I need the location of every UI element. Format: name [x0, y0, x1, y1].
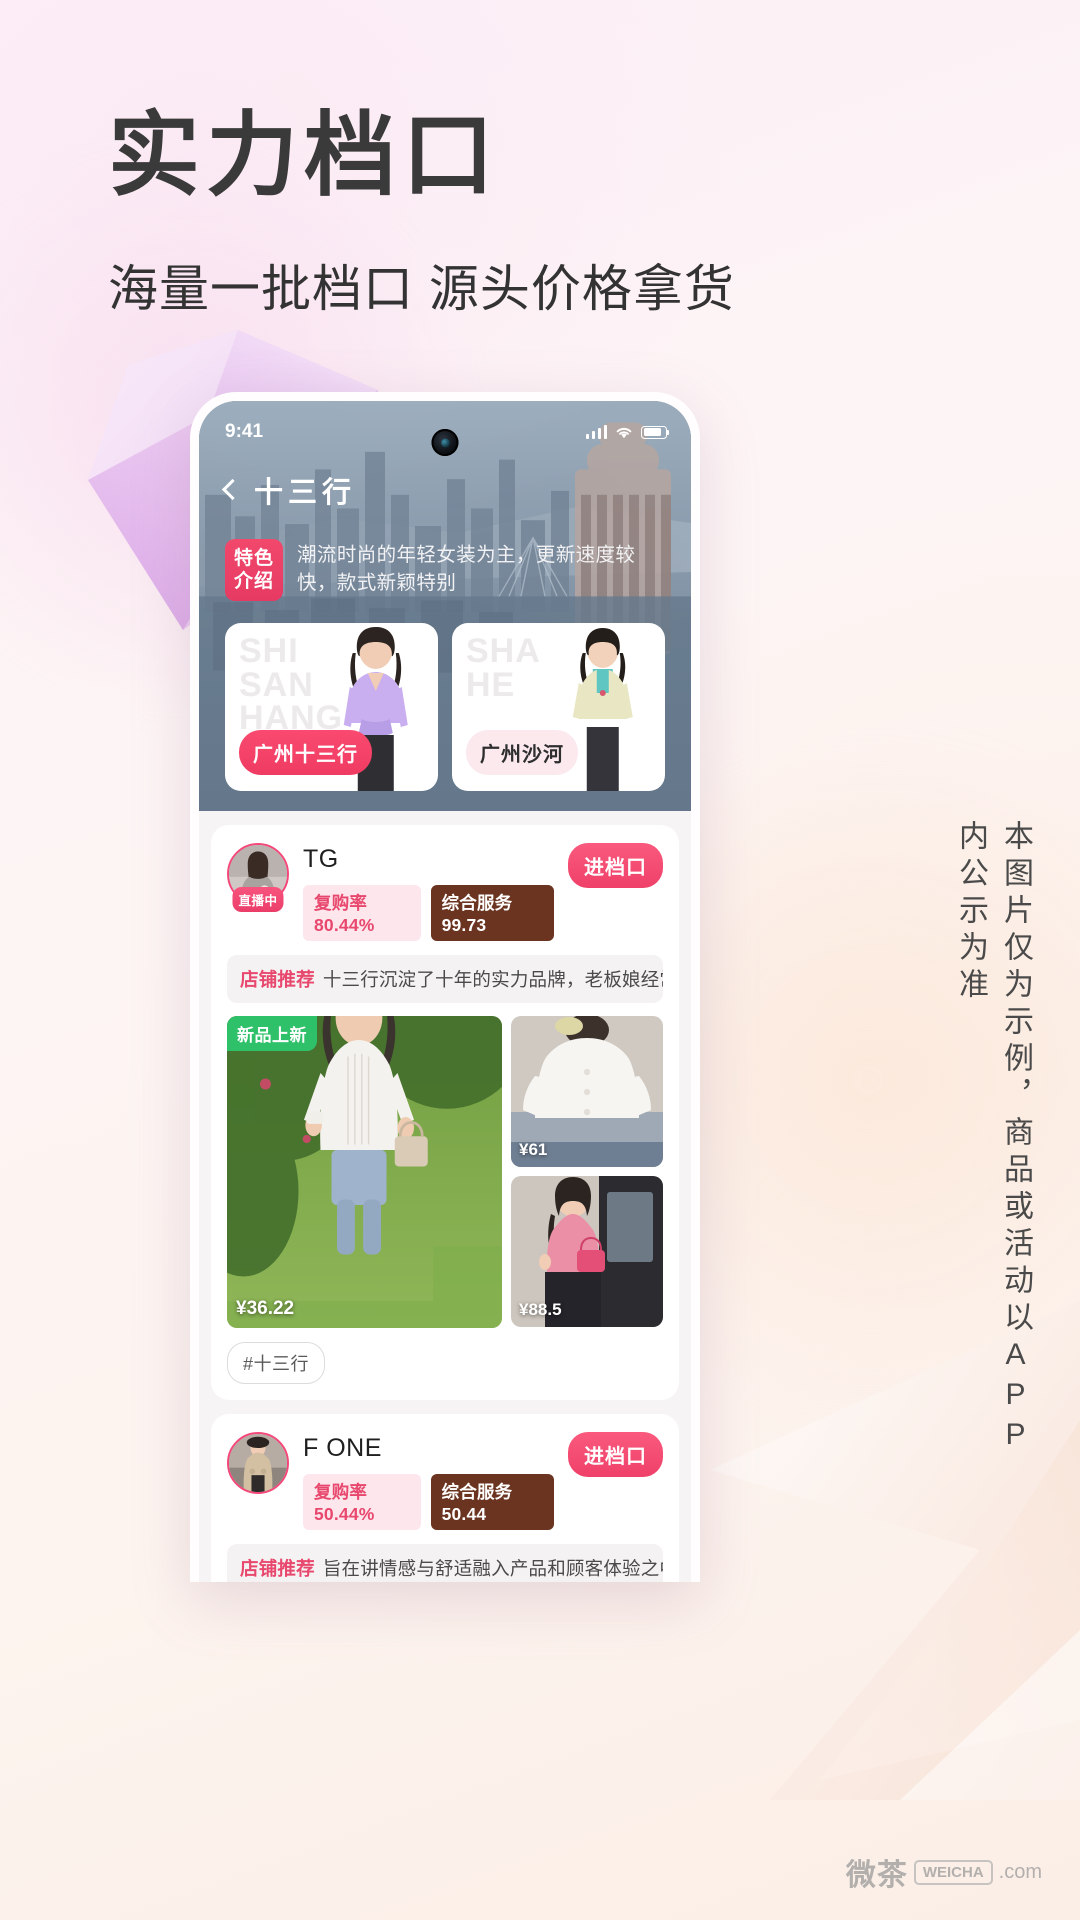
status-icons	[585, 425, 670, 440]
feature-intro-text: 潮流时尚的年轻女装为主，更新速度较快，款式新颖特别	[297, 544, 636, 595]
page-subtitle: 海量一批档口 源头价格拿货	[108, 260, 735, 317]
recommendation-tag: 店铺推荐	[240, 1558, 315, 1580]
feature-intro-badge: 特色 介绍	[225, 539, 284, 602]
market-card[interactable]: SHA HE 广州沙河	[452, 623, 665, 792]
avatar	[227, 1432, 289, 1495]
live-badge: 直播中	[232, 887, 284, 913]
battery-icon	[641, 425, 670, 439]
shop-name: TG	[303, 845, 339, 874]
feature-intro-badge-line2: 介绍	[234, 571, 275, 593]
watermark-domain: .com	[998, 1860, 1042, 1883]
shop-avatar-wrap	[227, 1432, 289, 1495]
market-ghost-line1: SHA	[466, 632, 541, 671]
product-side-image[interactable]: ¥61	[511, 1016, 663, 1168]
market-pill[interactable]: 广州沙河	[466, 730, 578, 776]
repurchase-rate-badge: 复购率80.44%	[303, 885, 421, 942]
product-main-image[interactable]: 新品上新 ¥36.22	[227, 1016, 502, 1329]
feature-intro-row: 特色 介绍 潮流时尚的年轻女装为主，更新速度较快，款式新颖特别	[199, 511, 691, 602]
service-score-badge: 综合服务 50.44	[430, 1474, 554, 1531]
service-score-badge: 综合服务 99.73	[430, 885, 554, 942]
enter-shop-button[interactable]: 进档口	[568, 843, 663, 889]
recommendation-text: 旨在讲情感与舒适融入产品和顾客体验之中。	[322, 1558, 663, 1580]
market-ghost-line2: HE	[466, 665, 516, 704]
market-card-list: SHI SAN HANG 广州十三行 SHA HE 广州沙河	[199, 601, 691, 795]
shop-header: F ONE 复购率50.44% 综合服务 50.44 进档口	[227, 1432, 663, 1531]
product-price: ¥61	[519, 1140, 548, 1160]
shop-card[interactable]: F ONE 复购率50.44% 综合服务 50.44 进档口 店铺推荐 旨在讲情…	[211, 1414, 679, 1582]
shop-recommendation: 店铺推荐 十三行沉淀了十年的实力品牌，老板娘经常看款	[227, 955, 663, 1004]
shop-stats: 复购率50.44% 综合服务 50.44	[303, 1474, 554, 1531]
nav-title: 十三行	[254, 477, 357, 509]
watermark-box: WEICHA	[913, 1859, 993, 1885]
back-icon[interactable]	[221, 478, 244, 501]
shop-recommendation: 店铺推荐 旨在讲情感与舒适融入产品和顾客体验之中。	[227, 1544, 663, 1582]
repurchase-rate-badge: 复购率50.44%	[303, 1474, 421, 1531]
front-camera-icon	[431, 429, 459, 456]
product-photo	[227, 1016, 502, 1329]
product-tag: 新品上新	[227, 1016, 317, 1052]
shop-avatar-wrap: 直播中	[227, 843, 289, 913]
shop-name: F ONE	[303, 1434, 382, 1463]
status-time: 9:41	[225, 421, 264, 442]
phone-screen: 9:41 十三行 特色 介绍 潮流时尚的年轻女装为主，更新速度较快，款式新颖特别…	[199, 401, 691, 1582]
shop-stats: 复购率80.44% 综合服务 99.73	[303, 885, 554, 942]
watermark: 微茶 WEICHA .com	[846, 1850, 1042, 1894]
disclaimer-text: 本图片仅为示例，商品或活动以APP内公示为准	[954, 820, 1032, 1458]
recommendation-tag: 店铺推荐	[240, 969, 315, 991]
poster-headline-block: 实力档口 海量一批档口 源头价格拿货	[108, 108, 988, 321]
product-side-list: ¥61 ¥88.5	[511, 1016, 663, 1328]
signal-bars-icon	[585, 425, 607, 439]
shop-card[interactable]: 直播中 TG 复购率80.44% 综合服务 99.73 进档口 店铺推荐 十三行…	[211, 825, 679, 1401]
watermark-logo: 微茶	[845, 1859, 908, 1892]
recommendation-text: 十三行沉淀了十年的实力品牌，老板娘经常看款	[322, 969, 663, 991]
product-price: ¥36.22	[236, 1298, 295, 1320]
market-pill[interactable]: 广州十三行	[239, 730, 372, 776]
product-price: ¥88.5	[519, 1300, 562, 1320]
market-card[interactable]: SHI SAN HANG 广州十三行	[225, 623, 438, 792]
page-title: 实力档口	[108, 105, 501, 207]
market-hero-header: 9:41 十三行 特色 介绍 潮流时尚的年轻女装为主，更新速度较快，款式新颖特别…	[199, 401, 691, 812]
feature-intro-badge-line1: 特色	[234, 548, 275, 569]
product-gallery: 新品上新 ¥36.22 ¥61 ¥88.5	[227, 1016, 663, 1329]
phone-mockup: 9:41 十三行 特色 介绍 潮流时尚的年轻女装为主，更新速度较快，款式新颖特别…	[190, 392, 700, 1582]
wifi-icon	[616, 427, 632, 438]
shop-header: 直播中 TG 复购率80.44% 综合服务 99.73 进档口	[227, 843, 663, 942]
enter-shop-button[interactable]: 进档口	[568, 1432, 663, 1478]
product-side-image[interactable]: ¥88.5	[511, 1176, 663, 1328]
shop-meta: F ONE 复购率50.44% 综合服务 50.44	[303, 1432, 554, 1531]
shop-feed: 直播中 TG 复购率80.44% 综合服务 99.73 进档口 店铺推荐 十三行…	[199, 811, 691, 1582]
market-ghost-text: SHA HE	[466, 632, 541, 704]
shop-meta: TG 复购率80.44% 综合服务 99.73	[303, 843, 554, 942]
shop-hashtag[interactable]: #十三行	[227, 1342, 326, 1385]
